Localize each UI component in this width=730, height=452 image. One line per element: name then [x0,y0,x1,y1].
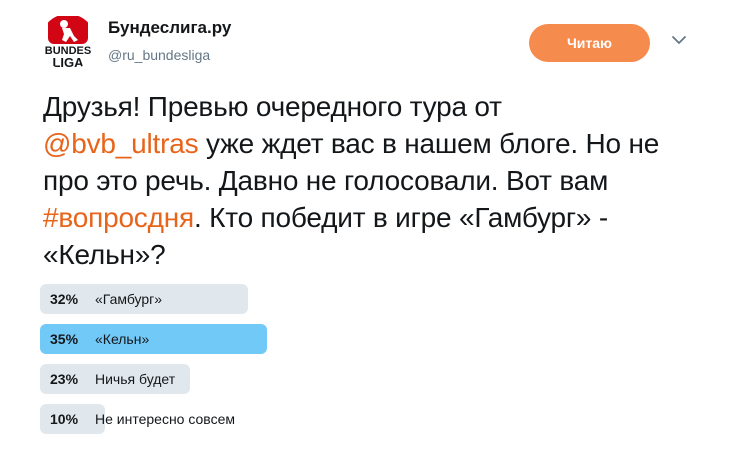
account-avatar[interactable]: BUNDES LIGA [40,14,96,70]
poll-percent: 10% [50,411,79,427]
poll-label: Ничья будет [95,371,176,387]
poll-label: «Кельн» [95,331,150,347]
poll-option: 32% «Гамбург» [40,284,540,314]
poll-percent: 23% [50,371,79,387]
poll-option: 23% Ничья будет [40,364,540,394]
tweet-text-part-1: Друзья! Превью очередного тура от [43,91,502,122]
mention-link[interactable]: @bvb_ultras [43,128,199,159]
account-name[interactable]: Бундеслига.ру [108,18,231,38]
poll-label: «Гамбург» [95,291,163,307]
poll-option: 35% «Кельн» [40,324,540,354]
tweet-text: Друзья! Превью очередного тура от @bvb_ul… [43,88,703,273]
poll: 32% «Гамбург» 35% «Кельн» 23% Ничья буде… [40,284,540,444]
chevron-down-icon[interactable] [670,31,688,49]
poll-option: 10% Не интересно совсем [40,404,540,434]
logo-text-bottom: LIGA [52,55,84,70]
bundesliga-logo-icon: BUNDES LIGA [45,16,91,70]
poll-percent: 32% [50,291,79,307]
poll-label: Не интересно совсем [95,411,235,427]
hashtag-link[interactable]: #вопросдня [43,202,194,233]
poll-percent: 35% [50,331,79,347]
account-handle[interactable]: @ru_bundesliga [108,47,210,63]
follow-button[interactable]: Читаю [529,24,650,62]
